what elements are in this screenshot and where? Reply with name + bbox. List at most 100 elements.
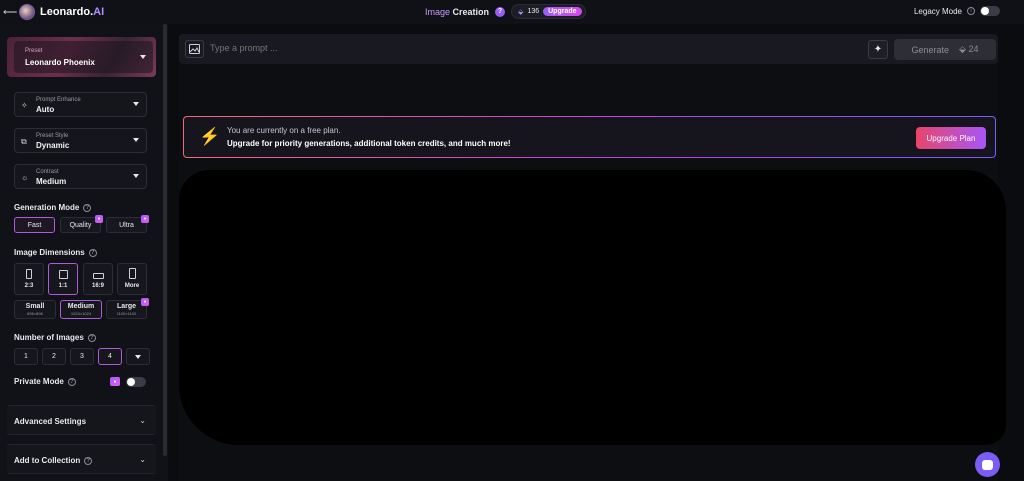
- preset-value: Leonardo Phoenix: [25, 58, 95, 67]
- contrast-select[interactable]: ☼ Contrast Medium: [14, 164, 147, 189]
- chevron-down-icon: [140, 55, 146, 59]
- image-dimensions-label: Image Dimensions: [14, 248, 85, 257]
- prompt-magic-button[interactable]: ✦: [868, 40, 888, 59]
- brand-name: Leonardo.: [40, 6, 94, 18]
- help-icon[interactable]: ?: [83, 203, 92, 212]
- number-of-images-heading: Number of Images ?: [14, 333, 96, 342]
- preset-selector[interactable]: Preset Leonardo Phoenix: [7, 37, 156, 77]
- free-plan-banner: ⚡ You are currently on a free plan. Upgr…: [183, 116, 996, 158]
- more-ratios-icon: [128, 268, 136, 279]
- square-shape-icon: [58, 270, 68, 279]
- size-small-button[interactable]: Small 896×896: [14, 300, 56, 319]
- add-to-collection-accordion[interactable]: Add to Collection? ⌄: [7, 444, 156, 474]
- premium-gem-icon: ♦: [95, 215, 103, 223]
- sidebar-scrollbar[interactable]: [163, 24, 167, 456]
- size-large-button[interactable]: Large 1100×1100 ♦: [106, 298, 149, 319]
- prompt-enhance-select[interactable]: ✧ Prompt Enhance Auto: [14, 92, 147, 117]
- help-icon[interactable]: ?: [67, 377, 76, 386]
- preset-style-select[interactable]: ⧉ Preset Style Dynamic: [14, 128, 147, 153]
- num-images-4-button[interactable]: 4: [98, 348, 122, 365]
- advanced-settings-accordion[interactable]: Advanced Settings ⌄: [7, 405, 156, 435]
- private-mode-toggle[interactable]: [126, 377, 146, 387]
- ratio-label: 16:9: [91, 283, 104, 289]
- chat-support-button[interactable]: [975, 452, 1000, 477]
- num-images-2-button[interactable]: 2: [42, 348, 66, 365]
- ratio-1-1-button[interactable]: 1:1: [48, 263, 78, 295]
- preset-style-value: Dynamic: [36, 141, 70, 150]
- private-mode-row: Private Mode ?: [14, 377, 76, 386]
- generate-button[interactable]: Generate ⬙ 24: [894, 39, 996, 60]
- page-title: Image Creation: [425, 7, 489, 17]
- premium-gem-icon: ♦: [110, 377, 120, 386]
- sun-icon: ☼: [21, 173, 29, 182]
- ratio-more-button[interactable]: More: [117, 263, 147, 295]
- generation-mode-label: Generation Mode: [14, 203, 80, 212]
- mode-quality-label: Quality: [69, 221, 92, 229]
- token-icon: ⬙: [518, 8, 524, 16]
- help-icon[interactable]: ?: [87, 333, 96, 342]
- chevron-down-icon: ⌄: [139, 455, 146, 464]
- help-icon[interactable]: ?: [495, 6, 506, 17]
- number-of-images-label: Number of Images: [14, 333, 84, 342]
- lightning-icon: ⚡: [199, 127, 221, 146]
- num-label: 4: [108, 353, 112, 360]
- size-medium-button[interactable]: Medium 1024×1024: [60, 300, 102, 319]
- generate-cost-value: 24: [968, 44, 979, 54]
- contrast-label: Contrast: [36, 169, 59, 175]
- legacy-mode: Legacy Mode i: [914, 6, 1000, 16]
- prompt-enhance-label: Prompt Enhance: [36, 97, 81, 103]
- preset-style-label: Preset Style: [36, 133, 69, 139]
- upgrade-plan-button[interactable]: Upgrade Plan: [916, 127, 986, 149]
- redacted-gallery-area: [179, 170, 1006, 445]
- portrait-shape-icon: [26, 269, 32, 279]
- legacy-mode-label: Legacy Mode: [913, 6, 962, 16]
- chevron-down-icon: [135, 354, 141, 359]
- generate-label: Generate: [911, 44, 950, 55]
- mode-ultra-label: Ultra: [119, 221, 134, 229]
- image-dimensions-heading: Image Dimensions ?: [14, 248, 97, 257]
- brand-ai: AI: [93, 6, 105, 18]
- avatar[interactable]: [19, 4, 35, 20]
- upgrade-button[interactable]: Upgrade: [543, 7, 582, 16]
- num-label: 1: [24, 353, 28, 360]
- legacy-mode-toggle[interactable]: [980, 6, 1000, 16]
- generate-cost: ⬙ 24: [959, 44, 979, 54]
- landscape-shape-icon: [92, 273, 104, 279]
- brand-logo[interactable]: Leonardo.AI: [40, 6, 104, 18]
- num-images-3-button[interactable]: 3: [70, 348, 94, 365]
- toggle-knob: [981, 7, 989, 15]
- mode-ultra-button[interactable]: Ultra ♦: [106, 215, 149, 233]
- mode-fast-button[interactable]: Fast: [14, 217, 55, 233]
- num-label: 2: [52, 353, 56, 360]
- num-images-1-button[interactable]: 1: [14, 348, 38, 365]
- info-icon[interactable]: i: [967, 7, 975, 15]
- token-balance[interactable]: ⬙ 136 Upgrade: [511, 4, 586, 19]
- generation-mode-heading: Generation Mode ?: [14, 203, 92, 212]
- image-upload-icon[interactable]: [185, 40, 204, 58]
- help-icon[interactable]: ?: [84, 456, 93, 465]
- contrast-value: Medium: [36, 177, 67, 186]
- num-images-more-button[interactable]: [126, 348, 150, 365]
- token-count: 136: [527, 8, 540, 15]
- ratio-2-3-button[interactable]: 2:3: [14, 263, 44, 295]
- sparkles-icon: ✧: [21, 101, 28, 110]
- chevron-down-icon: [133, 174, 139, 178]
- page-title-rest: Creation: [452, 6, 490, 17]
- size-label: Large: [116, 303, 137, 310]
- chevron-down-icon: [133, 138, 139, 142]
- preset-overlay: Preset Leonardo Phoenix: [14, 41, 153, 73]
- prompt-input[interactable]: [210, 43, 810, 53]
- advanced-settings-label: Advanced Settings: [14, 417, 87, 426]
- ratio-label: 1:1: [58, 283, 68, 289]
- arrow-left-icon[interactable]: ⟵: [3, 7, 19, 18]
- help-icon[interactable]: ?: [88, 248, 97, 257]
- banner-line-1: You are currently on a free plan.: [227, 126, 341, 135]
- prompt-enhance-value: Auto: [36, 105, 55, 114]
- ratio-16-9-button[interactable]: 16:9: [83, 263, 113, 295]
- size-sub: 1100×1100: [116, 311, 137, 316]
- mode-quality-button[interactable]: Quality ♦: [60, 215, 103, 233]
- preset-small-label: Preset: [25, 48, 43, 54]
- toggle-knob: [127, 378, 135, 386]
- ratio-label: More: [124, 283, 140, 289]
- page-header: Image Creation ? ⬙ 136 Upgrade: [425, 4, 586, 19]
